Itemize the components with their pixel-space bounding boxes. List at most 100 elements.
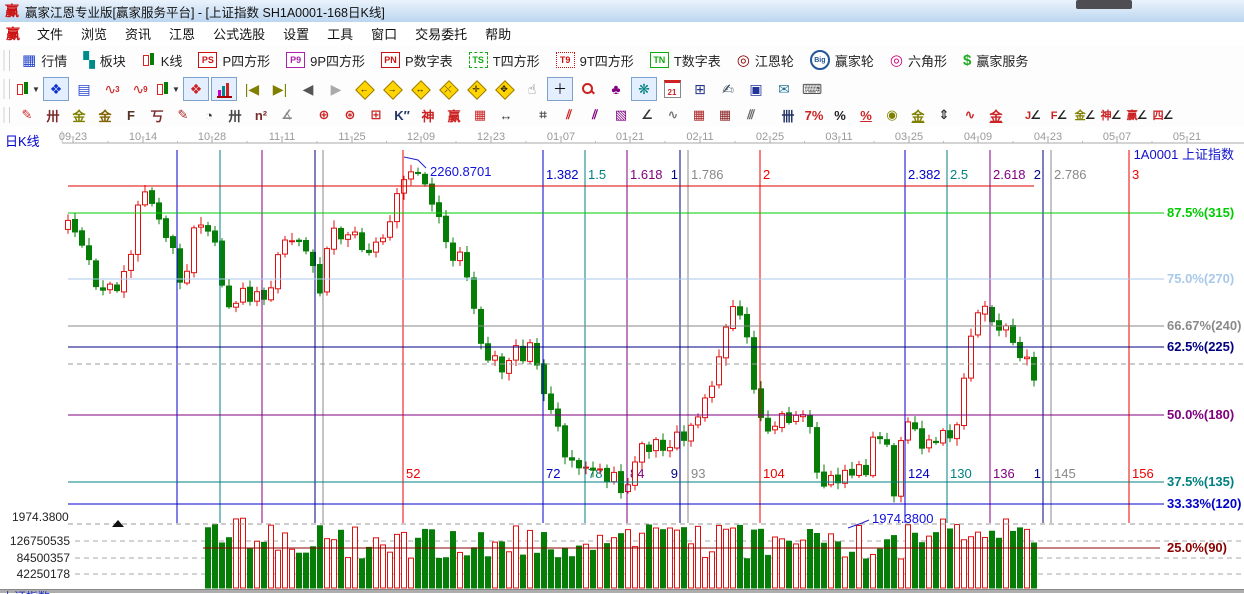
angle-ying-icon[interactable]: 赢∠ xyxy=(1125,104,1149,126)
gold-ruler-1-icon[interactable]: 金 xyxy=(67,104,91,126)
ying-ruler-icon[interactable]: 赢 xyxy=(442,104,466,126)
menu-item-2[interactable]: 资讯 xyxy=(116,22,160,45)
menu-item-9[interactable]: 帮助 xyxy=(476,22,520,45)
diamond-collapse[interactable]: ⤬ xyxy=(435,77,461,101)
diamond-4way-large[interactable]: ✥ xyxy=(491,77,517,101)
9t-square-button[interactable]: T99T四方形 xyxy=(548,48,642,73)
brush-tool-icon[interactable]: ✎ xyxy=(15,104,39,126)
parallel-lines-icon[interactable]: ⫻ xyxy=(739,104,763,126)
red-grid-1-icon[interactable]: ▦ xyxy=(687,104,711,126)
save-button[interactable]: ▣ xyxy=(743,77,769,101)
gann-grid-purple-icon[interactable]: ▧ xyxy=(609,104,633,126)
menu-item-6[interactable]: 工具 xyxy=(318,22,362,45)
pattern-tool-button[interactable]: ♣ xyxy=(603,77,629,101)
gann-fan-red-icon[interactable]: ⫽ xyxy=(557,104,581,126)
menu-item-3[interactable]: 江恩 xyxy=(160,22,204,45)
gann-net-button[interactable]: ❋ xyxy=(631,77,657,101)
last-page-button[interactable]: ▶| xyxy=(267,77,293,101)
winner-wheel-button[interactable]: Big赢家轮 xyxy=(802,47,882,73)
chart-canvas[interactable]: 09-2310-1410-2811-1111-2512-0912-2301-07… xyxy=(0,127,1244,594)
next-bar-button[interactable]: ▶ xyxy=(323,77,349,101)
zoom-button[interactable] xyxy=(575,77,601,101)
numbered-grid-icon[interactable]: ▦ xyxy=(468,104,492,126)
wave-9-icon[interactable]: ∿9 xyxy=(127,77,153,101)
v-pen-icon[interactable]: ⇕ xyxy=(932,104,956,126)
circle-cross-icon[interactable]: ⊕ xyxy=(312,104,336,126)
gann-fan-purple-icon[interactable]: ⫽ xyxy=(583,104,607,126)
toolbar-gripper[interactable] xyxy=(3,79,10,99)
red-grid-2-icon[interactable]: ▦ xyxy=(713,104,737,126)
angle-gold-icon[interactable]: 金∠ xyxy=(1073,104,1097,126)
gold-level-icon[interactable]: 金 xyxy=(906,104,930,126)
notes-button[interactable]: ✍ xyxy=(715,77,741,101)
gold-ruler-2-icon[interactable]: 金 xyxy=(93,104,117,126)
angle-f-icon[interactable]: F∠ xyxy=(1047,104,1071,126)
gold-circle-icon[interactable]: ◉ xyxy=(880,104,904,126)
thin-candle-dropdown[interactable]: ▼ xyxy=(155,77,181,101)
h-measure-icon[interactable]: ↔ xyxy=(494,104,518,126)
menu-item-5[interactable]: 设置 xyxy=(274,22,318,45)
shen-ruler-icon[interactable]: 神 xyxy=(416,104,440,126)
percent-icon[interactable]: % xyxy=(828,104,852,126)
workstation-button[interactable]: ⌨ xyxy=(799,77,825,101)
fan-lines-icon[interactable]: ∠ xyxy=(635,104,659,126)
crosshair-button[interactable]: ＋ xyxy=(547,77,573,101)
menu-item-8[interactable]: 交易委托 xyxy=(406,22,476,45)
diamond-4way[interactable]: ✛ xyxy=(463,77,489,101)
first-page-button[interactable]: |◀ xyxy=(239,77,265,101)
grid-box-icon[interactable]: ⊞ xyxy=(364,104,388,126)
menu-item-0[interactable]: 文件 xyxy=(28,22,72,45)
gold-underline-icon[interactable]: 金 xyxy=(984,104,1008,126)
t-number-table-button[interactable]: TNT数字表 xyxy=(642,48,729,73)
t-square-button[interactable]: TST四方形 xyxy=(461,48,548,73)
menu-item-4[interactable]: 公式选股 xyxy=(204,22,274,45)
k-mark-icon[interactable]: K″ xyxy=(390,104,414,126)
box-measure-icon[interactable]: ⌗ xyxy=(531,104,555,126)
volume-bar xyxy=(521,555,526,588)
prev-bar-button[interactable]: ◀ xyxy=(295,77,321,101)
star-circle-icon[interactable]: ⊛ xyxy=(338,104,362,126)
zigzag-icon[interactable]: ∿ xyxy=(661,104,685,126)
diamond-left-arrow[interactable]: ← xyxy=(351,77,377,101)
diamond-h-expand[interactable]: ↔ xyxy=(407,77,433,101)
info-list-icon[interactable]: ▤ xyxy=(71,77,97,101)
angle-si-icon[interactable]: 四∠ xyxy=(1151,104,1175,126)
menu-item-1[interactable]: 浏览 xyxy=(72,22,116,45)
angle-j-icon[interactable]: J∠ xyxy=(1021,104,1045,126)
toolbar-gripper[interactable] xyxy=(3,50,10,71)
angle-shen-icon[interactable]: 神∠ xyxy=(1099,104,1123,126)
spiral-tool-icon[interactable]: 丂 xyxy=(145,104,169,126)
plain-ruler-icon[interactable]: 卅 xyxy=(223,104,247,126)
red-net-icon[interactable]: ❖ xyxy=(183,77,209,101)
mail-globe-button[interactable]: ✉ xyxy=(771,77,797,101)
calendar-button[interactable]: 21 xyxy=(659,77,685,101)
toolbar-gripper[interactable] xyxy=(3,107,10,124)
time-clock-icon[interactable]: ◔ xyxy=(197,104,221,126)
sectors-button[interactable]: ▚板块 xyxy=(75,48,134,73)
angle-a-icon[interactable]: ∡ xyxy=(275,104,299,126)
diamond-right-arrow[interactable]: → xyxy=(379,77,405,101)
wave-3-icon[interactable]: ∿3 xyxy=(99,77,125,101)
percent-line-icon[interactable]: % xyxy=(854,104,878,126)
p-number-table-button[interactable]: PNP数字表 xyxy=(373,48,461,73)
quotes-button[interactable]: ▦行情 xyxy=(14,48,75,73)
hexagon-button[interactable]: ◎六角形 xyxy=(882,48,955,73)
scale-comb-icon[interactable]: 卌 xyxy=(776,104,800,126)
calculator-button[interactable]: ⊞ xyxy=(687,77,713,101)
menu-item-7[interactable]: 窗口 xyxy=(362,22,406,45)
blue-net-icon[interactable]: ❖ xyxy=(43,77,69,101)
percent-7-icon[interactable]: 7% xyxy=(802,104,826,126)
volume-histogram-icon[interactable] xyxy=(211,77,237,101)
hand-tool-button[interactable]: ☝ xyxy=(519,77,545,101)
kline-button[interactable]: K线 xyxy=(134,48,191,73)
winner-service-button[interactable]: $赢家服务 xyxy=(955,48,1036,73)
wave-a-icon[interactable]: ∿ xyxy=(958,104,982,126)
9p-square-button[interactable]: P99P四方形 xyxy=(278,48,373,73)
gann-wheel-button[interactable]: ◎江恩轮 xyxy=(729,48,802,73)
period-candle-dropdown[interactable]: ▼ xyxy=(15,77,41,101)
n-square-icon[interactable]: n² xyxy=(249,104,273,126)
fib-ruler-icon[interactable]: F xyxy=(119,104,143,126)
p-square-button[interactable]: PSP四方形 xyxy=(190,48,278,73)
ruler-tool-icon[interactable]: 卅 xyxy=(41,104,65,126)
pen-ruler-icon[interactable]: ✎ xyxy=(171,104,195,126)
